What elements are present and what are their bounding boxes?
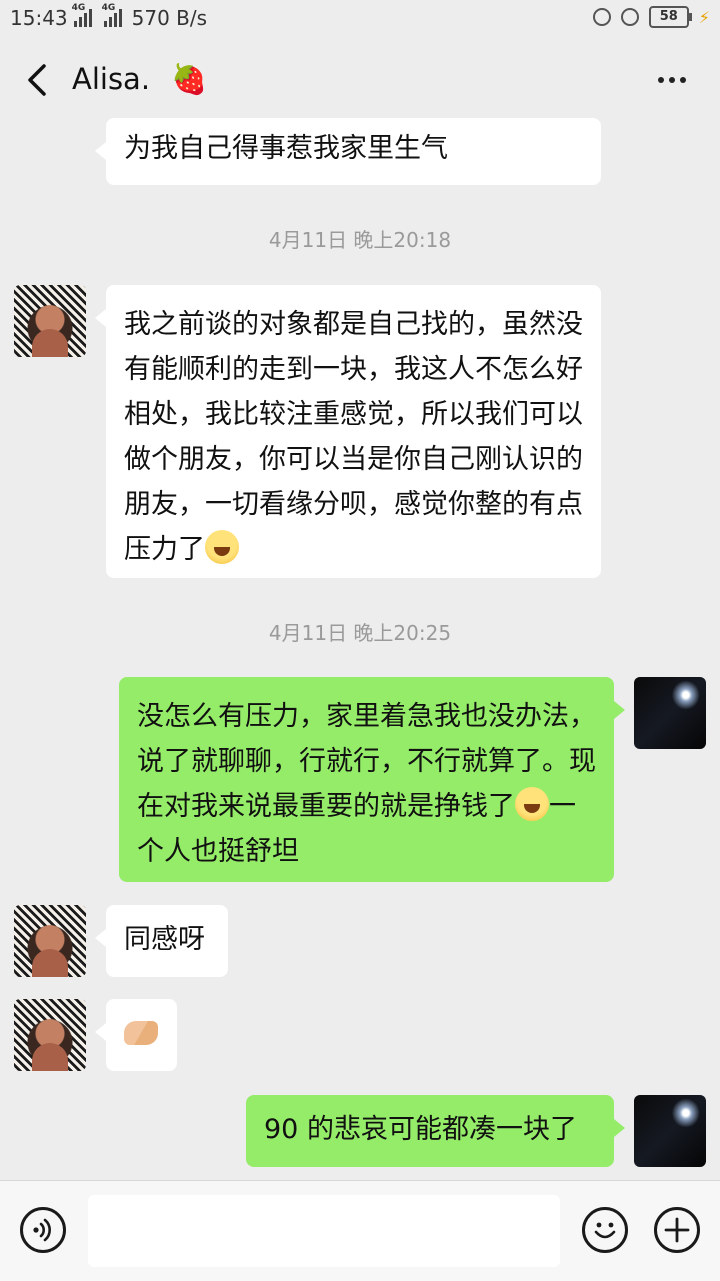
message-text: 为我自己得事惹我家里生气	[124, 133, 448, 164]
network-speed: 570 B/s	[131, 6, 208, 30]
alarm-icon	[620, 8, 639, 26]
message-bubble-incoming[interactable]	[95, 999, 177, 1071]
status-time: 15:43	[10, 6, 68, 30]
my-avatar[interactable]	[634, 677, 706, 749]
my-avatar[interactable]	[634, 1095, 706, 1167]
smiley-icon	[594, 1222, 616, 1239]
message-bubble-incoming[interactable]: 同感呀	[95, 905, 228, 977]
message-input[interactable]	[88, 1195, 560, 1267]
dot-icon	[658, 77, 664, 83]
message-text: 同感呀	[124, 924, 205, 955]
more-options-button[interactable]	[652, 60, 692, 100]
handshake-emoji	[124, 1021, 158, 1045]
status-bar: 15:43 4G 4G 570 B/s 58 ⚡	[0, 0, 720, 36]
laughing-emoji	[515, 787, 549, 821]
strawberry-emoji: 🍓	[171, 62, 208, 96]
chevron-left-icon	[28, 64, 46, 96]
message-text: 我之前谈的对象都是自己找的，虽然没有能顺利的走到一块，我这人不怎么好相处，我比较…	[124, 309, 583, 565]
battery-icon: 58	[648, 6, 692, 28]
signal-icon: 4G	[102, 3, 122, 27]
dot-icon	[680, 77, 686, 83]
network-type-2: 4G	[101, 3, 116, 13]
chat-header: Alisa. 🍓	[0, 36, 720, 124]
laughing-emoji	[205, 530, 239, 564]
dot-icon	[669, 77, 675, 83]
message-bubble-incoming[interactable]: 为我自己得事惹我家里生气	[95, 118, 601, 185]
message-timestamp: 4月11日 晚上20:18	[268, 228, 452, 252]
plus-icon	[664, 1217, 690, 1243]
message-bubble-outgoing[interactable]: 90 的悲哀可能都凑一块了	[246, 1095, 625, 1167]
voice-input-button[interactable]	[20, 1207, 66, 1253]
signal-icon: 4G	[72, 3, 92, 27]
back-button[interactable]	[22, 60, 54, 100]
message-text: 90 的悲哀可能都凑一块了	[264, 1114, 577, 1145]
contact-avatar[interactable]	[14, 905, 86, 977]
more-functions-button[interactable]	[654, 1207, 700, 1253]
contact-name: Alisa.	[72, 62, 151, 96]
message-bubble-incoming[interactable]: 我之前谈的对象都是自己找的，虽然没有能顺利的走到一块，我这人不怎么好相处，我比较…	[95, 285, 601, 578]
voice-icon	[33, 1218, 51, 1242]
input-bar	[0, 1180, 720, 1281]
network-type-1: 4G	[71, 3, 86, 13]
message-bubble-outgoing[interactable]: 没怎么有压力，家里着急我也没办法，说了就聊聊，行就行，不行就算了。现在对我来说最…	[119, 677, 625, 882]
chat-title: Alisa. 🍓	[72, 62, 207, 97]
contact-avatar[interactable]	[14, 999, 86, 1071]
emoji-button[interactable]	[582, 1207, 628, 1253]
charging-icon: ⚡	[698, 7, 710, 27]
contact-avatar[interactable]	[14, 285, 86, 357]
rotation-lock-icon	[592, 8, 611, 26]
battery-level: 58	[659, 9, 678, 24]
message-timestamp: 4月11日 晚上20:25	[268, 621, 452, 645]
